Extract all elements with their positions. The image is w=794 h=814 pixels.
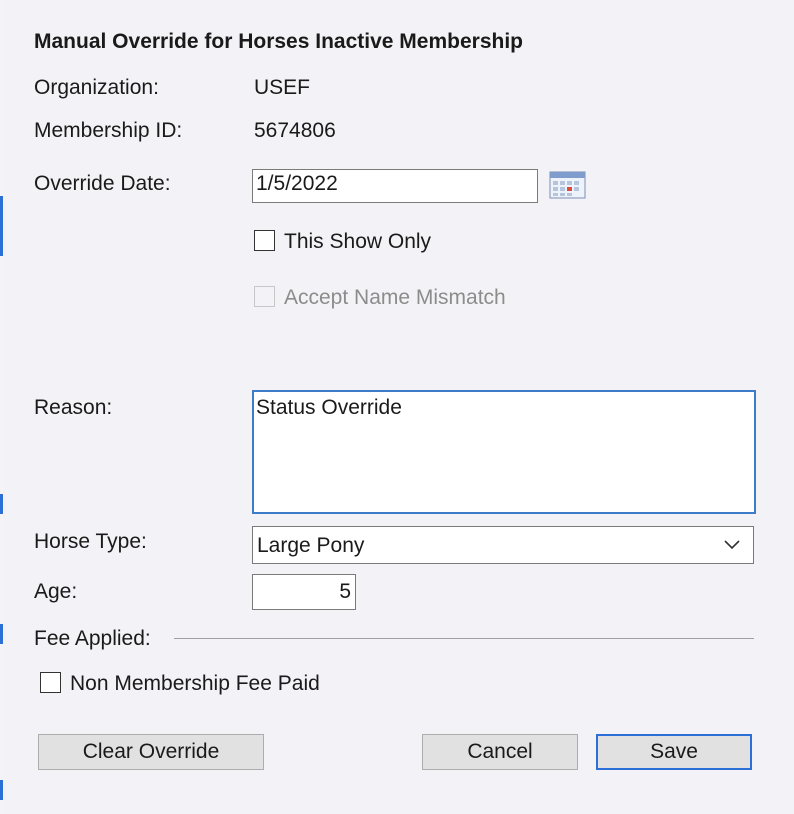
chevron-down-icon[interactable] [721,534,743,554]
organization-label: Organization: [34,76,159,99]
override-date-input[interactable]: 1/5/2022 [252,169,538,203]
membership-id-label: Membership ID: [34,119,183,142]
cancel-button[interactable]: Cancel [422,734,578,770]
edge-accent [0,624,3,644]
clear-override-button[interactable]: Clear Override [38,734,264,770]
horse-type-value: Large Pony [257,534,365,557]
manual-override-dialog: Manual Override for Horses Inactive Memb… [4,0,794,814]
accept-name-mismatch-checkbox [254,286,275,307]
horse-type-label: Horse Type: [34,530,147,553]
reason-value: Status Override [256,396,402,419]
edge-accent [0,196,3,256]
edge-accent [0,494,3,514]
organization-value: USEF [254,76,311,99]
age-label: Age: [34,580,78,603]
accept-name-mismatch-label: Accept Name Mismatch [284,286,506,309]
override-date-label: Override Date: [34,172,171,195]
edge-accent [0,780,3,800]
calendar-icon[interactable] [549,169,586,199]
fee-applied-label: Fee Applied: [34,627,151,650]
this-show-only-label[interactable]: This Show Only [284,230,431,254]
non-membership-fee-paid-label[interactable]: Non Membership Fee Paid [70,672,320,696]
age-input[interactable]: 5 [252,574,356,610]
save-button[interactable]: Save [596,734,752,770]
reason-textarea[interactable]: Status Override [252,390,756,514]
this-show-only-checkbox[interactable] [254,230,275,251]
dialog-title: Manual Override for Horses Inactive Memb… [34,30,523,53]
age-value: 5 [339,580,351,603]
non-membership-fee-paid-checkbox[interactable] [40,672,61,693]
membership-id-value: 5674806 [254,119,336,142]
reason-label: Reason: [34,396,113,419]
group-divider [174,638,754,639]
override-date-value: 1/5/2022 [256,172,338,195]
horse-type-select[interactable]: Large Pony [252,526,754,564]
